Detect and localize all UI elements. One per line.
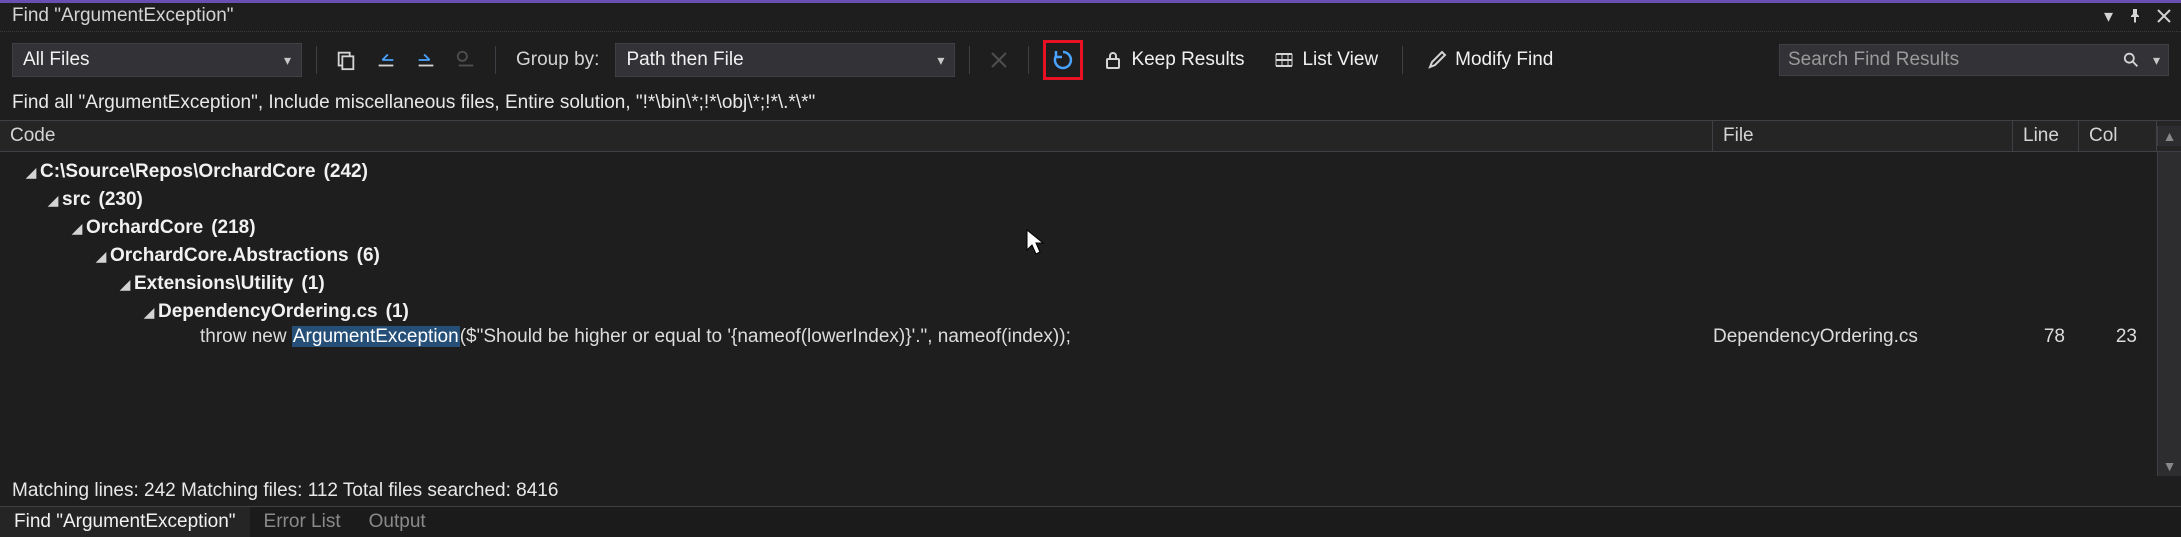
result-match: ArgumentException <box>292 326 460 347</box>
tree-row[interactable]: ◢Extensions\Utility(1) <box>0 270 2157 298</box>
result-col-number: 23 <box>2079 326 2157 348</box>
result-code-post: ($"Should be higher or equal to '{nameof… <box>460 326 1071 347</box>
groupby-dropdown[interactable]: Path then File <box>615 43 955 77</box>
list-view-button[interactable]: List View <box>1264 49 1388 71</box>
query-summary: Find all "ArgumentException", Include mi… <box>0 88 2181 120</box>
separator <box>1402 46 1403 74</box>
clear-filter-icon <box>451 45 481 75</box>
tree-row[interactable]: ◢DependencyOrdering.cs(1) <box>0 298 2157 326</box>
pencil-icon <box>1427 50 1447 70</box>
list-view-label: List View <box>1302 49 1378 71</box>
scrollbar[interactable]: ▲ <box>2157 126 2181 146</box>
search-input[interactable] <box>1788 49 2123 71</box>
search-icon[interactable] <box>2123 51 2139 69</box>
tab-error-list[interactable]: Error List <box>250 507 355 537</box>
pin-icon[interactable] <box>2123 8 2147 24</box>
result-file: DependencyOrdering.cs <box>1713 326 2013 348</box>
tree-row[interactable]: ◢OrchardCore(218) <box>0 214 2157 242</box>
tab-output[interactable]: Output <box>355 507 440 537</box>
window-menu-icon[interactable]: ▾ <box>2100 6 2117 27</box>
separator <box>1028 46 1029 74</box>
modify-find-label: Modify Find <box>1455 49 1553 71</box>
col-header-line[interactable]: Line <box>2013 121 2079 151</box>
list-icon <box>1274 50 1294 70</box>
modify-find-button[interactable]: Modify Find <box>1417 49 1563 71</box>
separator <box>495 46 496 74</box>
search-results-box[interactable] <box>1779 44 2169 76</box>
prev-result-icon[interactable] <box>371 45 401 75</box>
col-header-col[interactable]: Col <box>2079 121 2157 151</box>
separator <box>969 46 970 74</box>
col-header-code[interactable]: Code <box>0 121 1713 151</box>
titlebar: Find "ArgumentException" ▾ <box>0 3 2181 32</box>
result-code-pre: throw new <box>200 326 292 347</box>
tree-row[interactable]: ◢src(230) <box>0 186 2157 214</box>
close-icon[interactable] <box>2153 9 2175 23</box>
bottom-tabs: Find "ArgumentException" Error List Outp… <box>0 506 2181 537</box>
toolbar: All Files Group by: Path then File <box>0 32 2181 88</box>
groupby-label: Group by: <box>510 49 605 71</box>
col-header-file[interactable]: File <box>1713 121 2013 151</box>
column-headers: Code File Line Col ▲ <box>0 120 2181 152</box>
results-panel: ◢C:\Source\Repos\OrchardCore(242) ◢src(2… <box>0 152 2181 476</box>
separator <box>316 46 317 74</box>
groupby-value: Path then File <box>626 49 743 71</box>
keep-results-label: Keep Results <box>1131 49 1244 71</box>
filescope-dropdown[interactable]: All Files <box>12 43 302 77</box>
tree-row[interactable]: ◢OrchardCore.Abstractions(6) <box>0 242 2157 270</box>
window-title: Find "ArgumentException" <box>12 5 234 27</box>
refresh-icon[interactable] <box>1048 45 1078 75</box>
refresh-highlight <box>1043 40 1083 80</box>
result-line-number: 78 <box>2013 326 2079 348</box>
next-result-icon[interactable] <box>411 45 441 75</box>
copy-icon[interactable] <box>331 45 361 75</box>
keep-results-button[interactable]: Keep Results <box>1093 49 1254 71</box>
tree-row[interactable]: ◢C:\Source\Repos\OrchardCore(242) <box>0 158 2157 186</box>
lock-icon <box>1103 50 1123 70</box>
tab-find-results[interactable]: Find "ArgumentException" <box>0 507 250 537</box>
scrollbar[interactable]: ▼ <box>2157 152 2181 476</box>
filescope-value: All Files <box>23 49 90 71</box>
search-dropdown-icon[interactable] <box>2145 49 2160 71</box>
delete-icon <box>984 45 1014 75</box>
footer-stats: Matching lines: 242 Matching files: 112 … <box>0 476 2181 506</box>
result-row[interactable]: throw new ArgumentException($"Should be … <box>0 326 2157 348</box>
